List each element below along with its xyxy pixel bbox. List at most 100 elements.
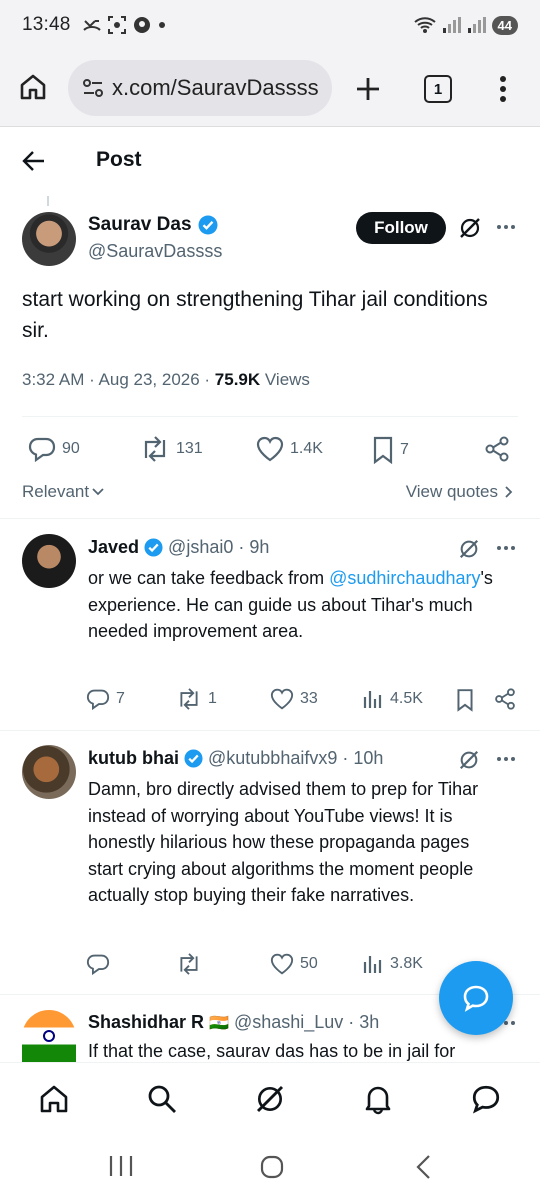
repost-icon [180,688,198,710]
grok-icon [256,1085,284,1113]
like-count: 50 [300,955,318,972]
chevron-down-icon [92,488,104,496]
views-button[interactable]: 3.8K [362,953,423,975]
repost-icon [180,953,198,975]
nav-search[interactable] [146,1083,178,1115]
repost-count: 131 [176,440,203,457]
url-text: x.com/SauravDassss [112,75,319,100]
browser-menu-button[interactable] [498,74,508,104]
grok-button[interactable] [458,538,480,560]
browser-home-button[interactable] [18,72,48,102]
divider [0,730,540,731]
author-handle[interactable]: @SauravDassss [88,241,222,262]
back-button[interactable] [22,150,46,172]
grok-button[interactable] [458,216,482,240]
views-button[interactable]: 4.5K [362,688,423,710]
avatar[interactable] [22,534,76,588]
reply-text: or we can take feedback from @sudhirchau… [88,565,508,645]
new-tab-button[interactable] [354,75,382,103]
missed-call-icon [82,20,101,31]
like-button[interactable]: 33 [270,688,318,710]
reply-handle[interactable]: @shashi_Luv · 3h [234,1012,379,1033]
home-icon [40,1085,68,1113]
view-quotes-link[interactable]: View quotes [406,482,514,502]
bookmark-button[interactable] [456,688,474,712]
divider [0,518,540,519]
reply-icon [86,954,110,975]
nav-home[interactable] [38,1083,70,1115]
more-vertical-icon [500,76,506,102]
bookmark-icon [373,436,393,464]
bookmark-count: 7 [400,441,409,458]
reply-count: 90 [62,440,80,457]
avatar[interactable] [22,212,76,266]
plus-icon [357,78,379,100]
like-button[interactable]: 50 [270,953,318,975]
grok-button[interactable] [458,749,480,771]
reply-button[interactable]: 90 [28,436,80,462]
compose-reply-button[interactable] [439,961,513,1035]
arrow-left-icon [22,151,44,171]
reply-author-name[interactable]: Shashidhar R [88,1012,204,1033]
nav-messages[interactable] [470,1083,502,1115]
reply-button[interactable] [86,953,110,975]
views-count: 75.9K [214,370,261,389]
repost-button[interactable]: 1 [176,688,217,710]
share-icon [495,688,515,710]
reply-author-name[interactable]: Javed [88,537,139,558]
post-time[interactable]: 3:32 AM · Aug 23, 2026 · [22,370,215,389]
chevron-left-icon [416,1155,430,1179]
system-navigation [0,1136,540,1200]
address-bar[interactable]: x.com/SauravDassss [68,60,332,116]
browser-toolbar: x.com/SauravDassss 1 [0,50,540,127]
recent-apps-button[interactable] [108,1154,134,1178]
system-home-button[interactable] [259,1154,285,1180]
bookmark-button[interactable]: 7 [372,436,409,464]
avatar[interactable] [22,745,76,799]
mention-link[interactable]: @sudhirchaudhary [329,568,480,588]
tab-switcher-button[interactable]: 1 [424,75,452,103]
view-quotes-label: View quotes [405,482,498,501]
post-text: start working on strengthening Tihar jai… [22,288,488,342]
sort-label: Relevant [22,482,90,501]
search-icon [148,1085,176,1113]
repost-button[interactable]: 131 [140,436,203,462]
reply-button[interactable]: 7 [86,688,125,710]
heart-icon [256,436,284,462]
sort-dropdown[interactable]: Relevant [22,482,105,502]
share-button[interactable] [494,688,516,710]
like-count: 1.4K [290,440,323,457]
more-options-button[interactable] [496,756,516,762]
more-options-button[interactable] [496,224,516,230]
follow-button[interactable]: Follow [356,212,446,244]
avatar[interactable] [22,1010,76,1062]
like-button[interactable]: 1.4K [256,436,323,462]
signal-2-icon [467,17,486,33]
system-back-button[interactable] [414,1154,432,1180]
bar-chart-icon [363,956,382,973]
views-count: 3.8K [390,955,423,972]
reply-text: If that the case, saurav das has to be i… [88,1041,456,1061]
more-horizontal-icon [497,546,515,550]
app-notification-icon [133,17,150,33]
thread-line [47,196,49,206]
more-options-button[interactable] [496,545,516,551]
page-title: Post [96,148,142,171]
nav-notifications[interactable] [362,1083,394,1115]
author-name[interactable]: Saurav Das [88,214,218,236]
dot-icon [158,22,165,28]
reply-header: Javed @jshai0 · 9h [88,537,269,558]
repost-button[interactable] [176,953,202,975]
home-icon [20,74,46,100]
flag-icon: 🇮🇳 [209,1014,229,1032]
reply-handle[interactable]: @jshai0 · 9h [168,537,269,558]
grok-icon [460,218,480,238]
share-button[interactable] [484,436,510,462]
divider [22,416,518,417]
reply-author-name[interactable]: kutub bhai [88,748,179,769]
repost-count: 1 [208,690,217,707]
nav-grok[interactable] [254,1083,286,1115]
reply-handle[interactable]: @kutubbhaifvx9 · 10h [208,748,383,769]
verified-badge-icon [198,215,218,235]
signal-icon [442,17,461,33]
